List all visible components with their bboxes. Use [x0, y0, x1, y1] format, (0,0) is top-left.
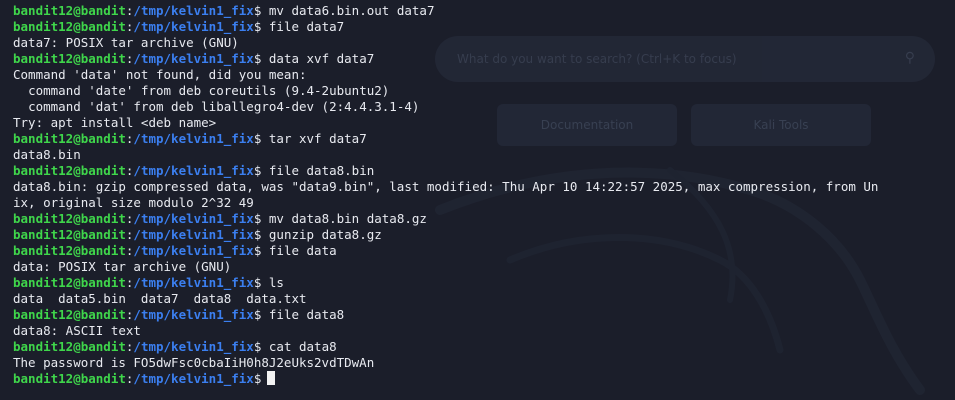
output-line: data8: ASCII text	[13, 323, 141, 338]
prompt-line: bandit12@bandit:/tmp/kelvin1_fix$ gunzip…	[13, 227, 943, 243]
prompt-path: /tmp/kelvin1_fix	[133, 51, 254, 66]
prompt-line: bandit12@bandit:/tmp/kelvin1_fix$ file d…	[13, 163, 943, 179]
prompt-user: bandit12@bandit	[13, 163, 126, 178]
output-line: command 'dat' from deb liballegro4-dev (…	[13, 99, 420, 114]
prompt-line: bandit12@bandit:/tmp/kelvin1_fix$ data x…	[13, 51, 943, 67]
command-text: cat data8	[261, 339, 337, 354]
command-text: gunzip data8.gz	[261, 227, 382, 242]
prompt-path: /tmp/kelvin1_fix	[133, 275, 254, 290]
output-line: Command 'data' not found, did you mean:	[13, 67, 307, 82]
prompt-path: /tmp/kelvin1_fix	[133, 163, 254, 178]
output-line: command 'date' from deb coreutils (9.4-2…	[13, 83, 390, 98]
prompt-user: bandit12@bandit	[13, 227, 126, 242]
prompt-line: bandit12@bandit:/tmp/kelvin1_fix$	[13, 371, 943, 387]
prompt-user: bandit12@bandit	[13, 339, 126, 354]
terminal-output[interactable]: bandit12@bandit:/tmp/kelvin1_fix$ mv dat…	[13, 3, 943, 387]
command-text: file data8	[261, 307, 345, 322]
prompt-line: bandit12@bandit:/tmp/kelvin1_fix$ mv dat…	[13, 3, 943, 19]
prompt-line: bandit12@bandit:/tmp/kelvin1_fix$ cat da…	[13, 339, 943, 355]
output-line: The password is FO5dwFsc0cbaIiH0h8J2eUks…	[13, 355, 375, 370]
command-text: ls	[261, 275, 284, 290]
prompt-path: /tmp/kelvin1_fix	[133, 211, 254, 226]
output-line: data: POSIX tar archive (GNU)	[13, 259, 232, 274]
command-text: file data7	[261, 19, 345, 34]
command-text: file data8.bin	[261, 163, 375, 178]
command-text: mv data8.bin data8.gz	[261, 211, 427, 226]
prompt-user: bandit12@bandit	[13, 3, 126, 18]
prompt-path: /tmp/kelvin1_fix	[133, 19, 254, 34]
command-text: data xvf data7	[261, 51, 375, 66]
terminal-window[interactable]: What do you want to search? (Ctrl+K to f…	[0, 0, 955, 400]
prompt-user: bandit12@bandit	[13, 211, 126, 226]
prompt-user: bandit12@bandit	[13, 51, 126, 66]
prompt-path: /tmp/kelvin1_fix	[133, 243, 254, 258]
output-line: data8.bin: gzip compressed data, was "da…	[13, 179, 879, 194]
prompt-user: bandit12@bandit	[13, 371, 126, 386]
prompt-user: bandit12@bandit	[13, 243, 126, 258]
output-line: data8.bin	[13, 147, 81, 162]
output-line: ix, original size modulo 2^32 49	[13, 195, 254, 210]
prompt-path: /tmp/kelvin1_fix	[133, 227, 254, 242]
prompt-line: bandit12@bandit:/tmp/kelvin1_fix$ file d…	[13, 19, 943, 35]
output-line: data data5.bin data7 data8 data.txt	[13, 291, 307, 306]
command-text: mv data6.bin.out data7	[261, 3, 435, 18]
prompt-line: bandit12@bandit:/tmp/kelvin1_fix$ tar xv…	[13, 131, 943, 147]
prompt-user: bandit12@bandit	[13, 307, 126, 322]
prompt-path: /tmp/kelvin1_fix	[133, 3, 254, 18]
prompt-path: /tmp/kelvin1_fix	[133, 371, 254, 386]
prompt-line: bandit12@bandit:/tmp/kelvin1_fix$ mv dat…	[13, 211, 943, 227]
prompt-user: bandit12@bandit	[13, 131, 126, 146]
command-text: tar xvf data7	[261, 131, 367, 146]
text-cursor[interactable]	[267, 371, 276, 385]
prompt-line: bandit12@bandit:/tmp/kelvin1_fix$ file d…	[13, 307, 943, 323]
output-line: data7: POSIX tar archive (GNU)	[13, 35, 239, 50]
prompt-symbol: $	[253, 371, 262, 386]
prompt-path: /tmp/kelvin1_fix	[133, 339, 254, 354]
command-text: file data	[261, 243, 337, 258]
prompt-path: /tmp/kelvin1_fix	[133, 307, 254, 322]
output-line: Try: apt install <deb name>	[13, 115, 217, 130]
prompt-user: bandit12@bandit	[13, 275, 126, 290]
prompt-path: /tmp/kelvin1_fix	[133, 131, 254, 146]
prompt-line: bandit12@bandit:/tmp/kelvin1_fix$ file d…	[13, 243, 943, 259]
prompt-user: bandit12@bandit	[13, 19, 126, 34]
prompt-line: bandit12@bandit:/tmp/kelvin1_fix$ ls	[13, 275, 943, 291]
